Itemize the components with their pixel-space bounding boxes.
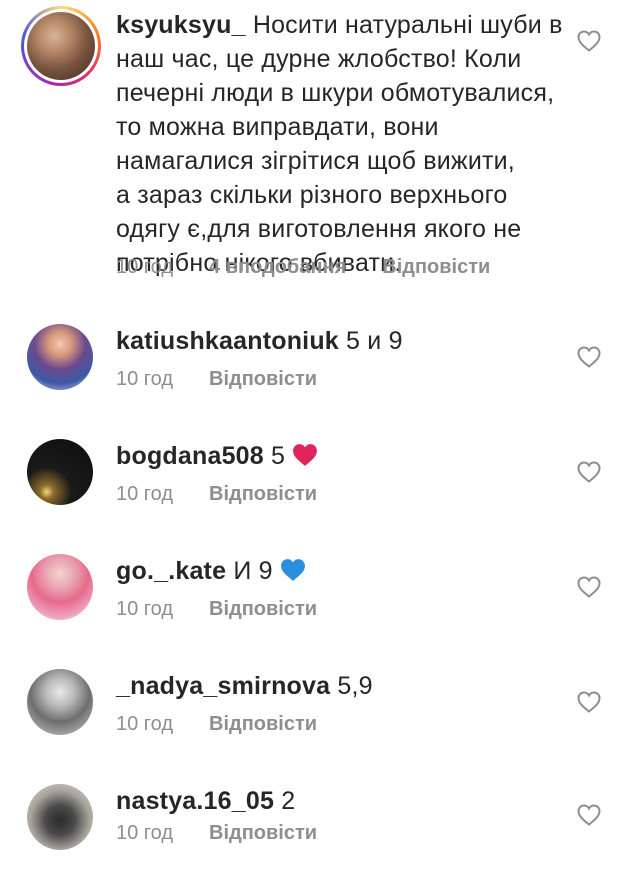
avatar[interactable] bbox=[27, 554, 93, 620]
comment-text: katiushkaantoniuk 5 и 9 bbox=[116, 327, 403, 355]
comment-text: nastya.16_05 2 bbox=[116, 787, 296, 815]
comment-meta: 10 год Відповісти bbox=[116, 598, 353, 621]
comment-item: katiushkaantoniuk 5 и 9 10 год Відповіст… bbox=[0, 320, 636, 420]
comment-item: _nadya_smirnova 5,9 10 год Відповісти bbox=[0, 665, 636, 765]
reply-button[interactable]: Відповісти bbox=[382, 256, 490, 279]
comment-item: nastya.16_05 2 10 год Відповісти bbox=[0, 780, 636, 880]
heart-icon[interactable] bbox=[577, 576, 601, 598]
avatar[interactable] bbox=[21, 6, 101, 86]
heart-icon[interactable] bbox=[577, 461, 601, 483]
heart-icon[interactable] bbox=[577, 691, 601, 713]
comment-time: 10 год bbox=[116, 368, 174, 390]
comment-text: _nadya_smirnova 5,9 bbox=[116, 672, 373, 700]
avatar[interactable] bbox=[27, 324, 93, 390]
reply-button[interactable]: Відповісти bbox=[209, 368, 317, 391]
blue-heart-icon bbox=[281, 559, 305, 581]
comment-item: go._.kate И 9 10 год Відповісти bbox=[0, 550, 636, 650]
avatar[interactable] bbox=[27, 439, 93, 505]
comment-username[interactable]: nastya.16_05 bbox=[116, 787, 274, 815]
comment-time: 10 год bbox=[116, 256, 174, 278]
comment-meta: 10 год Відповісти bbox=[116, 713, 353, 736]
comment-text: ksyuksyu_ Носити натуральні шуби в наш ч… bbox=[116, 11, 563, 277]
heart-icon[interactable] bbox=[577, 30, 601, 52]
heart-icon[interactable] bbox=[577, 804, 601, 826]
comment-username[interactable]: go._.kate bbox=[116, 557, 226, 585]
red-heart-icon bbox=[293, 444, 318, 466]
reply-button[interactable]: Відповісти bbox=[209, 483, 317, 506]
likes-count[interactable]: 4 вподобання bbox=[209, 256, 346, 279]
comment-item: bogdana508 5 10 год Відповісти bbox=[0, 435, 636, 535]
comment-meta: 10 год Відповісти bbox=[116, 483, 353, 506]
comment-meta: 10 год 4 вподобання Відповісти bbox=[116, 256, 526, 279]
comment-time: 10 год bbox=[116, 483, 174, 505]
comment-username[interactable]: ksyuksyu_ bbox=[116, 11, 246, 39]
heart-icon[interactable] bbox=[577, 346, 601, 368]
comment-meta: 10 год Відповісти bbox=[116, 822, 353, 845]
avatar[interactable] bbox=[27, 669, 93, 735]
comment-text: go._.kate И 9 bbox=[116, 554, 566, 588]
comment-meta: 10 год Відповісти bbox=[116, 368, 353, 391]
comment-username[interactable]: _nadya_smirnova bbox=[116, 672, 330, 700]
comment-time: 10 год bbox=[116, 822, 174, 844]
comment-text: bogdana508 5 bbox=[116, 439, 566, 473]
reply-button[interactable]: Відповісти bbox=[209, 713, 317, 736]
avatar[interactable] bbox=[27, 784, 93, 850]
comment-time: 10 год bbox=[116, 598, 174, 620]
comment-time: 10 год bbox=[116, 713, 174, 735]
comment-username[interactable]: katiushkaantoniuk bbox=[116, 327, 339, 355]
comment-item: ksyuksyu_ Носити натуральні шуби в наш ч… bbox=[0, 0, 636, 300]
reply-button[interactable]: Відповісти bbox=[209, 822, 317, 845]
comment-username[interactable]: bogdana508 bbox=[116, 442, 264, 470]
reply-button[interactable]: Відповісти bbox=[209, 598, 317, 621]
